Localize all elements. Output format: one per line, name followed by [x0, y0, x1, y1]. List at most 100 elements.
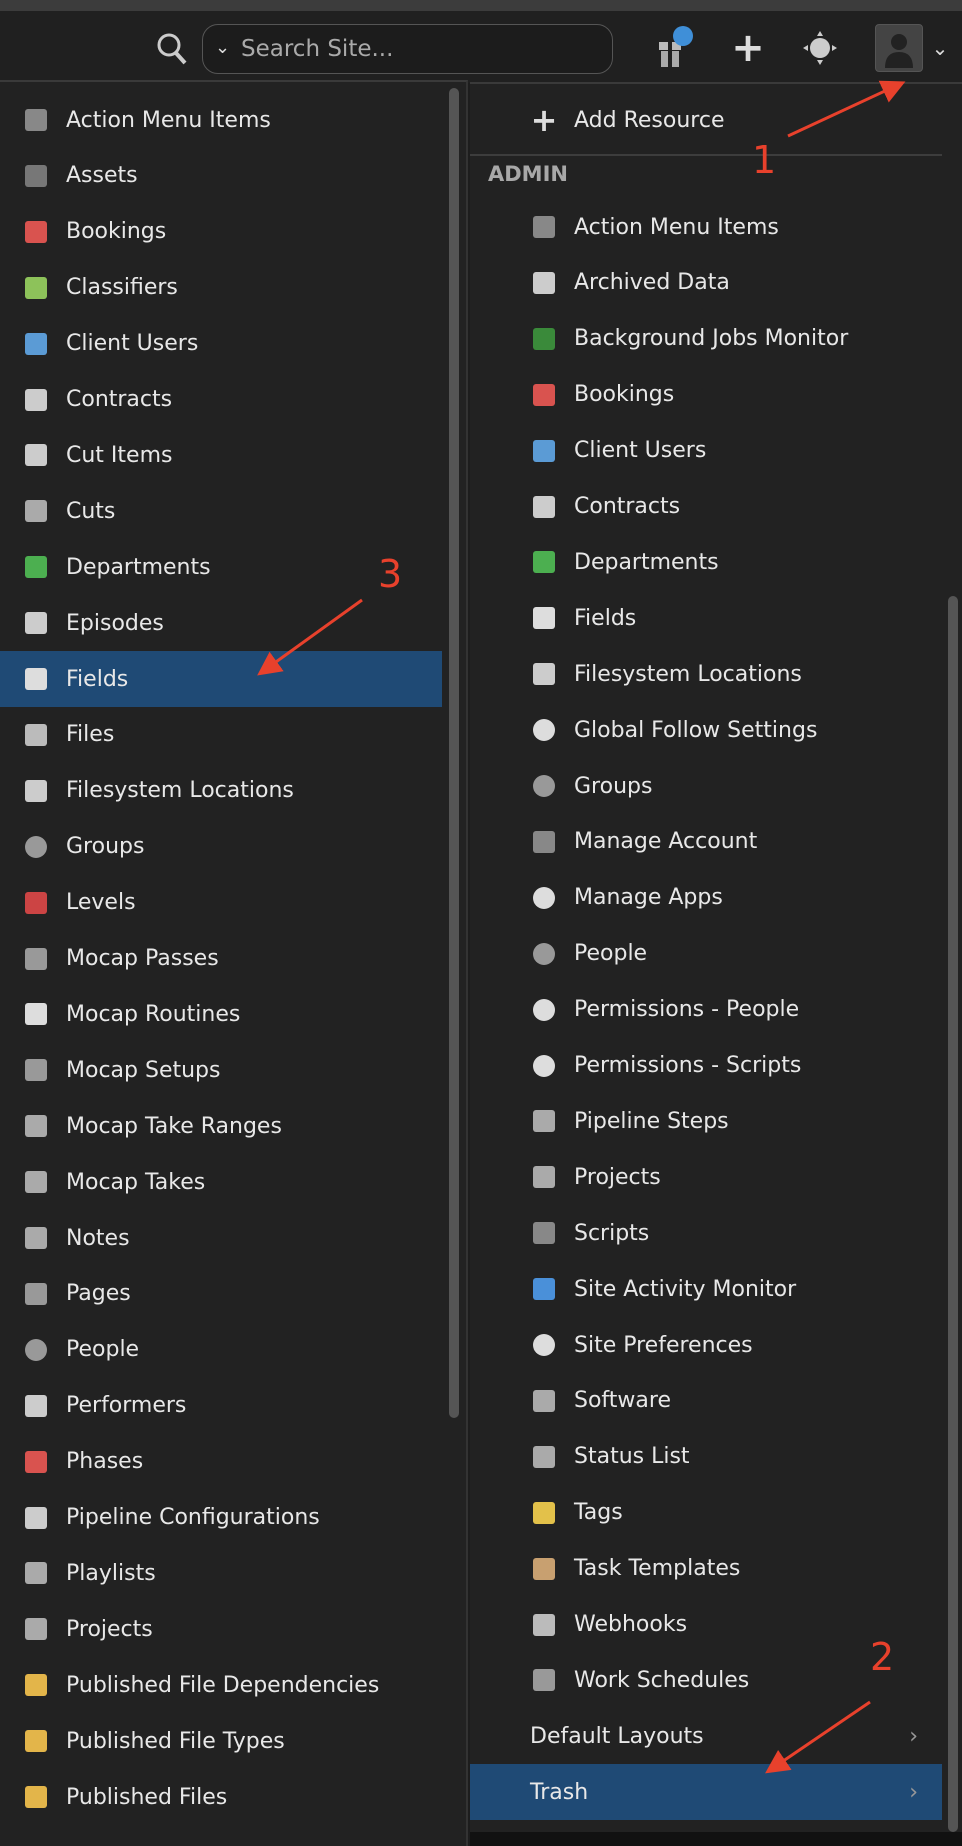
menu-item-notes[interactable]: Notes	[0, 1210, 442, 1266]
menu-item-pages[interactable]: Pages	[0, 1266, 442, 1322]
clapper-icon	[22, 497, 50, 525]
menu-item-departments[interactable]: Departments	[0, 539, 442, 595]
menu-item-site-preferences[interactable]: Site Preferences	[470, 1317, 942, 1373]
menu-item-trash[interactable]: Trash ›	[470, 1764, 942, 1821]
menu-item-bookings[interactable]: Bookings	[470, 367, 942, 423]
menu-item-label: Filesystem Locations	[66, 778, 294, 804]
menu-item-permissions-people[interactable]: Permissions - People	[470, 982, 942, 1038]
menu-item-client-users[interactable]: Client Users	[0, 316, 442, 372]
scrollbar[interactable]	[948, 596, 958, 1832]
menu-item-episodes[interactable]: Episodes	[0, 595, 442, 651]
menu-item-default-layouts[interactable]: Default Layouts ›	[470, 1708, 942, 1764]
menu-item-fields[interactable]: Fields	[470, 590, 942, 646]
menu-item-client-users[interactable]: Client Users	[470, 423, 942, 479]
menu-item-mocap-setups[interactable]: Mocap Setups	[0, 1042, 442, 1098]
classifier-icon	[22, 274, 50, 302]
published-file-icon	[22, 1727, 50, 1755]
menu-item-projects[interactable]: Projects	[0, 1601, 442, 1657]
menu-item-label: Task Templates	[574, 1556, 741, 1582]
note-icon	[22, 1224, 50, 1252]
menu-item-groups[interactable]: Groups	[0, 819, 442, 875]
menu-item-contracts[interactable]: Contracts	[0, 372, 442, 428]
bottom-edge	[470, 1832, 962, 1846]
menu-item-published-files[interactable]: Published Files	[0, 1769, 442, 1825]
annotation-number: 2	[870, 1635, 895, 1679]
pipeline-icon	[530, 1107, 558, 1135]
terminal-icon	[530, 1219, 558, 1247]
menu-item-label: Departments	[574, 549, 719, 575]
menu-item-action-menu-items[interactable]: Action Menu Items	[0, 92, 442, 148]
menu-item-label: Mocap Passes	[66, 946, 219, 971]
menu-item-label: Site Activity Monitor	[574, 1276, 797, 1302]
menu-item-mocap-takes[interactable]: Mocap Takes	[0, 1154, 442, 1210]
menu-item-classifiers[interactable]: Classifiers	[0, 260, 442, 316]
add-resource-label: Add Resource	[574, 107, 725, 133]
menu-item-software[interactable]: Software	[470, 1373, 942, 1429]
chevron-down-icon[interactable]: ⌄	[928, 28, 952, 68]
add-icon[interactable]: +	[730, 25, 766, 71]
menu-item-label: Classifiers	[66, 275, 178, 301]
menu-item-bookings[interactable]: Bookings	[0, 204, 442, 260]
menu-item-cut-items[interactable]: Cut Items	[0, 427, 442, 483]
search-field[interactable]: ⌄	[202, 24, 613, 74]
menu-item-playlists[interactable]: Playlists	[0, 1545, 442, 1601]
scrollbar[interactable]	[449, 88, 459, 1418]
menu-item-performers[interactable]: Performers	[0, 1378, 442, 1434]
theme-sun-icon[interactable]	[800, 28, 840, 68]
asset-cube-icon	[22, 162, 50, 190]
menu-item-mocap-passes[interactable]: Mocap Passes	[0, 931, 442, 987]
menu-item-cuts[interactable]: Cuts	[0, 483, 442, 539]
menu-item-manage-account[interactable]: Manage Account	[470, 814, 942, 870]
activity-monitor-icon	[530, 1275, 558, 1303]
menu-item-people[interactable]: People	[0, 1322, 442, 1378]
menu-item-mocap-take-ranges[interactable]: Mocap Take Ranges	[0, 1098, 442, 1154]
menu-item-global-follow-settings[interactable]: Global Follow Settings	[470, 702, 942, 758]
menu-item-assets[interactable]: Assets	[0, 148, 442, 204]
playlist-icon	[22, 1559, 50, 1587]
menu-item-people[interactable]: People	[470, 926, 942, 982]
menu-item-pipeline-configurations[interactable]: Pipeline Configurations	[0, 1490, 442, 1546]
menu-item-groups[interactable]: Groups	[470, 758, 942, 814]
user-avatar-button[interactable]	[875, 24, 923, 72]
menu-item-action-menu-items[interactable]: Action Menu Items	[470, 199, 942, 255]
menu-item-projects[interactable]: Projects	[470, 1149, 942, 1205]
menu-item-label: Published Files	[66, 1784, 228, 1810]
menu-item-label: Trash	[530, 1779, 589, 1805]
menu-item-archived-data[interactable]: Archived Data	[470, 255, 942, 311]
menu-item-filesystem-locations[interactable]: Filesystem Locations	[470, 646, 942, 702]
tools-icon	[22, 1504, 50, 1532]
menu-item-tags[interactable]: Tags	[470, 1485, 942, 1541]
menu-item-label: Playlists	[66, 1560, 156, 1586]
menu-item-task-templates[interactable]: Task Templates	[470, 1541, 942, 1597]
menu-item-mocap-routines[interactable]: Mocap Routines	[0, 986, 442, 1042]
window-top-strip	[0, 0, 962, 11]
search-input[interactable]	[241, 33, 601, 65]
ftr-icon	[530, 325, 558, 353]
menu-item-background-jobs-monitor[interactable]: Background Jobs Monitor	[470, 311, 942, 367]
department-tree-icon	[22, 553, 50, 581]
menu-item-manage-apps[interactable]: Manage Apps	[470, 870, 942, 926]
menu-item-levels[interactable]: Levels	[0, 875, 442, 931]
menu-item-scripts[interactable]: Scripts	[470, 1205, 942, 1261]
menu-item-pipeline-steps[interactable]: Pipeline Steps	[470, 1093, 942, 1149]
menu-item-fields[interactable]: Fields	[0, 651, 442, 707]
gift-icon[interactable]	[655, 26, 695, 68]
search-icon[interactable]	[156, 32, 188, 66]
department-tree-icon	[530, 548, 558, 576]
menu-item-label: Bookings	[574, 382, 675, 408]
menu-item-permissions-scripts[interactable]: Permissions - Scripts	[470, 1038, 942, 1094]
add-resource-item[interactable]: + Add Resource	[470, 92, 942, 148]
menu-item-published-file-dependencies[interactable]: Published File Dependencies	[0, 1657, 442, 1713]
share-arrow-icon	[530, 828, 558, 856]
menu-item-site-activity-monitor[interactable]: Site Activity Monitor	[470, 1261, 942, 1317]
menu-item-contracts[interactable]: Contracts	[470, 479, 942, 535]
menu-item-departments[interactable]: Departments	[470, 534, 942, 590]
chevron-down-icon[interactable]: ⌄	[215, 37, 230, 58]
menu-item-published-file-types[interactable]: Published File Types	[0, 1713, 442, 1769]
menu-item-label: Notes	[66, 1225, 130, 1251]
menu-item-files[interactable]: Files	[0, 707, 442, 763]
lock-icon	[530, 996, 558, 1024]
menu-item-status-list[interactable]: Status List	[470, 1429, 942, 1485]
menu-item-phases[interactable]: Phases	[0, 1434, 442, 1490]
menu-item-filesystem-locations[interactable]: Filesystem Locations	[0, 763, 442, 819]
